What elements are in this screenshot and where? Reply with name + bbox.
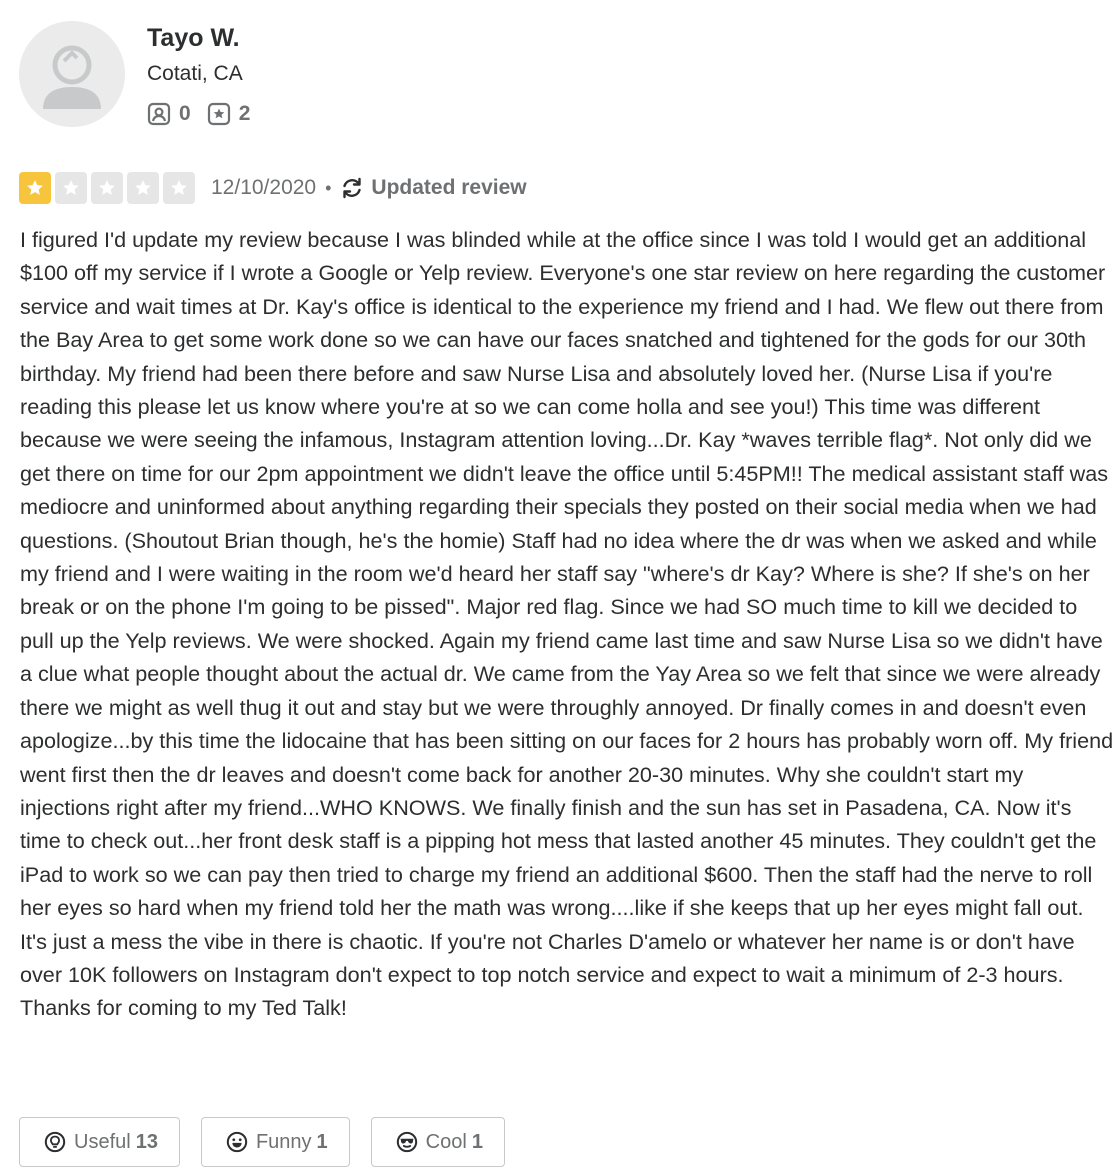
cool-count: 1 <box>471 1130 483 1153</box>
lightbulb-icon <box>44 1131 66 1153</box>
star-empty-icon <box>163 172 195 204</box>
reviews-count: 2 <box>238 102 251 125</box>
user-location: Cotati, CA <box>147 62 243 85</box>
funny-count: 1 <box>316 1130 328 1153</box>
star-empty-icon <box>127 172 159 204</box>
useful-count: 13 <box>135 1130 158 1153</box>
useful-button[interactable]: Useful 13 <box>19 1117 180 1167</box>
funny-label: Funny <box>255 1130 312 1153</box>
star-filled-icon <box>19 172 51 204</box>
refresh-icon <box>343 177 362 199</box>
default-avatar-icon <box>19 21 125 127</box>
friends-count: 0 <box>179 102 191 125</box>
user-name[interactable]: Tayo W. <box>147 22 240 54</box>
review-body: I figured I'd update my review because I… <box>20 227 1114 1021</box>
reaction-buttons: Useful 13 Funny 1 Cool 1 <box>19 1117 526 1167</box>
friends-stat: 0 <box>147 100 191 128</box>
user-stats: 0 2 <box>147 100 266 128</box>
star-empty-icon <box>55 172 87 204</box>
useful-label: Useful <box>74 1130 131 1153</box>
cool-label: Cool <box>425 1130 467 1153</box>
updated-review-text: Updated review <box>371 176 527 199</box>
review-star-icon <box>207 102 230 126</box>
updated-review-label: Updated review <box>340 176 527 200</box>
funny-button[interactable]: Funny 1 <box>200 1117 350 1167</box>
avatar[interactable] <box>19 21 125 127</box>
smile-icon <box>226 1131 248 1153</box>
reviews-stat: 2 <box>207 100 251 128</box>
rating-row: 12/10/2020 • Updated review <box>19 172 527 204</box>
cool-button[interactable]: Cool 1 <box>370 1117 505 1167</box>
separator-dot: • <box>325 177 332 198</box>
friends-icon <box>147 102 171 126</box>
star-empty-icon <box>91 172 123 204</box>
sunglasses-icon <box>396 1131 417 1153</box>
review-date: 12/10/2020 <box>211 176 317 199</box>
star-rating <box>19 172 199 204</box>
